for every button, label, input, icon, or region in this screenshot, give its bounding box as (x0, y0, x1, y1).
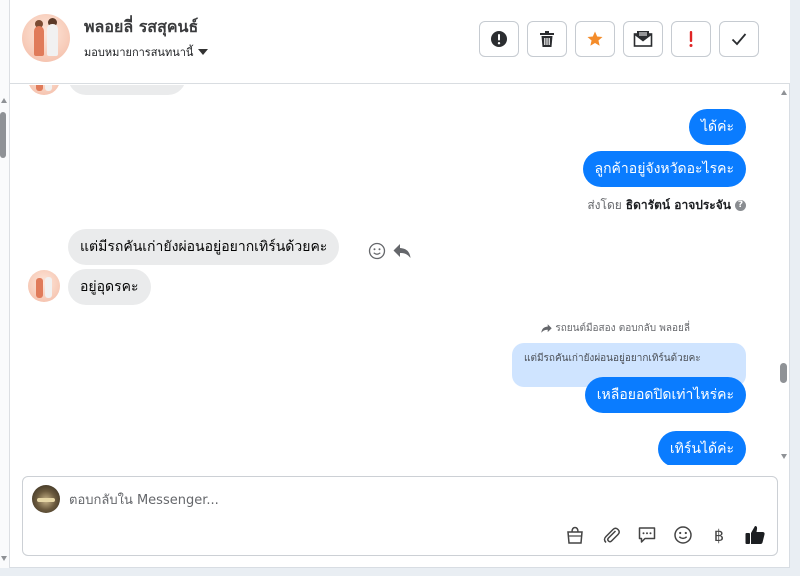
contact-avatar[interactable] (22, 14, 70, 62)
sent-by-name[interactable]: ธิดารัตน์ อาจประจัน (626, 196, 731, 215)
mark-done-button[interactable] (719, 21, 759, 57)
speech-bubble-icon (638, 527, 656, 543)
attach-button[interactable] (599, 523, 623, 547)
left-scrollbar[interactable] (0, 0, 10, 568)
star-icon (587, 31, 603, 46)
message-bubble-outgoing: เหลือยอดปิดเท่าไหร่คะ (584, 377, 746, 413)
message-bubble-incoming: อยู่อุดรคะ (68, 269, 151, 305)
trash-icon (540, 31, 554, 47)
sent-by-label: ส่งโดย ธิดารัตน์ อาจประจัน ? (587, 196, 746, 215)
question-icon[interactable]: ? (735, 200, 746, 211)
payment-button[interactable]: ฿ (707, 523, 731, 547)
delete-button[interactable] (527, 21, 567, 57)
baht-icon: ฿ (713, 525, 725, 545)
check-icon (731, 33, 747, 46)
conversation-header: พลอยลี่ รสสุคนธ์ มอบหมายการสนทนานี้ (10, 0, 790, 84)
reply-composer: ฿ (22, 476, 778, 556)
scroll-thumb[interactable] (0, 112, 6, 158)
page-avatar (32, 485, 60, 513)
reply-arrow-icon[interactable] (392, 242, 412, 260)
contact-avatar-small (28, 270, 60, 302)
thread-scrollbar[interactable] (778, 85, 790, 465)
paperclip-icon (603, 527, 620, 544)
shopping-bag-icon (567, 526, 583, 544)
assign-conversation-dropdown[interactable]: มอบหมายการสนทนานี้ (84, 43, 209, 61)
react-emoji-icon[interactable] (368, 242, 386, 260)
scroll-down-arrow[interactable] (1, 556, 7, 561)
caret-down-icon (198, 49, 209, 55)
message-bubble-outgoing: เทิร์นได้ค่ะ (657, 431, 746, 465)
message-thread: ได้ค่ะ ลูกค้าอยู่จังหวัดอะไรคะ ส่งโดย ธิ… (10, 85, 780, 465)
scroll-up-arrow[interactable] (1, 98, 7, 103)
shopping-bag-button[interactable] (563, 523, 587, 547)
emoji-icon (674, 526, 692, 544)
composer-toolbar: ฿ (563, 523, 767, 547)
mark-unread-button[interactable] (623, 21, 663, 57)
star-button[interactable] (575, 21, 615, 57)
saved-replies-button[interactable] (635, 523, 659, 547)
envelope-icon (633, 31, 653, 47)
scroll-up-arrow[interactable] (781, 90, 787, 95)
important-button[interactable] (671, 21, 711, 57)
emoji-button[interactable] (671, 523, 695, 547)
spam-button[interactable] (479, 21, 519, 57)
assign-label: มอบหมายการสนทนานี้ (84, 46, 194, 59)
message-bubble-outgoing: ได้ค่ะ (688, 109, 746, 145)
exclamation-circle-icon (491, 31, 507, 47)
exclamation-icon (689, 31, 693, 47)
thumbs-up-icon (745, 526, 765, 544)
message-actions (368, 242, 412, 260)
reply-arrow-icon (541, 324, 553, 333)
scroll-down-arrow[interactable] (781, 454, 787, 459)
message-bubble-outgoing: ลูกค้าอยู่จังหวัดอะไรคะ (582, 151, 746, 187)
contact-avatar-small (28, 85, 60, 95)
message-bubble-incoming-cutoff (68, 85, 186, 95)
scroll-thumb[interactable] (780, 363, 787, 383)
reply-context-header: รถยนต์มือสอง ตอบกลับ พลอยลี่ (540, 321, 690, 336)
reply-context-text: รถยนต์มือสอง ตอบกลับ พลอยลี่ (555, 323, 690, 334)
contact-name[interactable]: พลอยลี่ รสสุคนธ์ (84, 15, 198, 40)
reply-input[interactable] (69, 489, 669, 511)
like-button[interactable] (743, 523, 767, 547)
message-bubble-incoming: แต่มีรถคันเก่ายังผ่อนอยู่อยากเทิร์นด้วยค… (68, 229, 340, 265)
sent-by-prefix: ส่งโดย (587, 198, 622, 212)
